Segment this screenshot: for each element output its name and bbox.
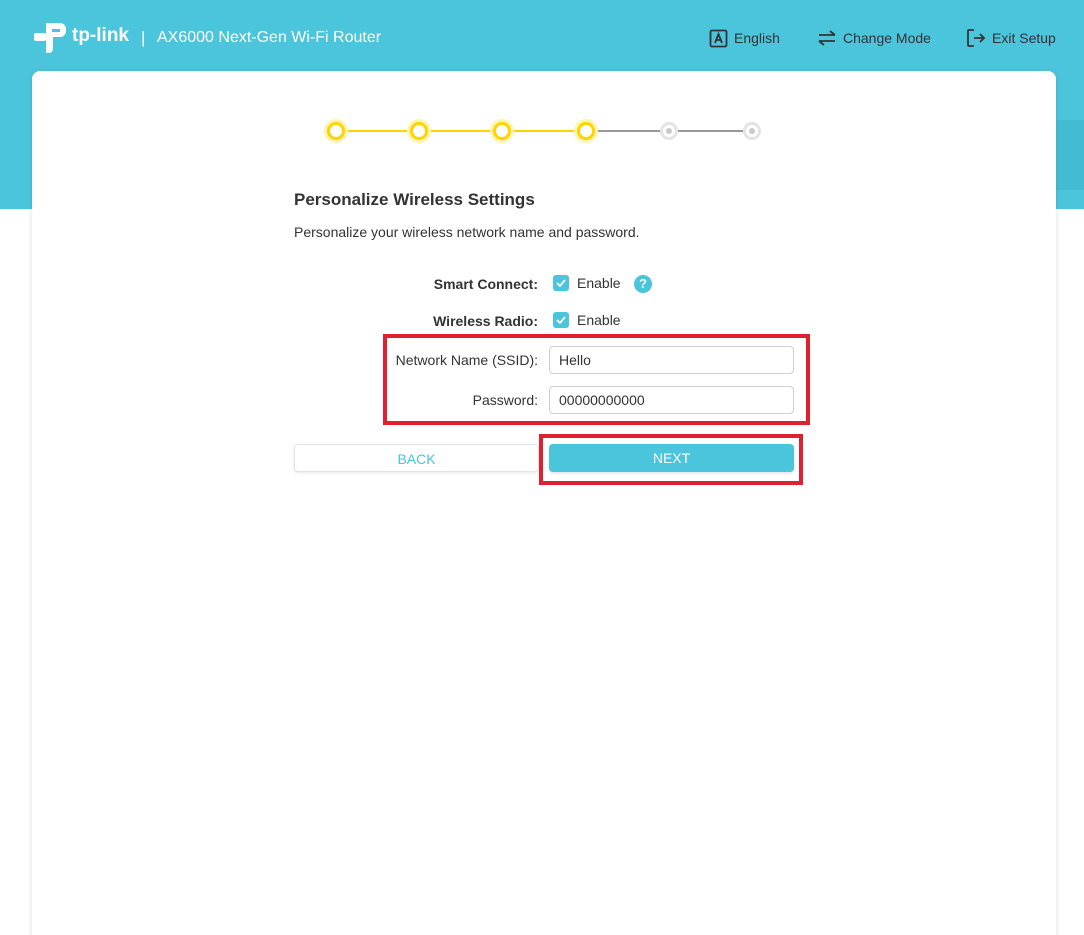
wireless-radio-checkbox[interactable]: Enable [553, 312, 621, 328]
smart-connect-label: Smart Connect: [433, 276, 538, 292]
step-connector [343, 130, 409, 132]
highlight-box-credentials [383, 334, 810, 425]
highlight-box-next [539, 434, 803, 485]
header-separator: | [141, 28, 146, 47]
step-3-complete [493, 122, 511, 140]
checkbox-checked-icon [553, 312, 569, 328]
step-6-pending [743, 122, 761, 140]
exit-setup-button[interactable]: Exit Setup [966, 27, 1056, 49]
tp-link-logo-icon [34, 23, 66, 53]
language-button[interactable]: English [709, 27, 780, 49]
change-mode-label: Change Mode [843, 30, 931, 46]
step-4-current [577, 122, 595, 140]
product-name: AX6000 Next-Gen Wi-Fi Router [157, 29, 382, 46]
progress-stepper [325, 120, 765, 142]
step-1-complete [327, 122, 345, 140]
step-connector [427, 130, 492, 132]
step-2-complete [410, 122, 428, 140]
help-icon[interactable]: ? [634, 275, 652, 293]
language-icon [709, 29, 728, 47]
smart-connect-enable-label: Enable [577, 275, 621, 291]
wireless-radio-label: Wireless Radio: [433, 313, 538, 329]
exit-setup-label: Exit Setup [992, 30, 1056, 46]
exit-icon [967, 29, 986, 47]
top-bar: tp-link | AX6000 Next-Gen Wi-Fi Router E… [0, 0, 1084, 72]
step-5-pending [660, 122, 678, 140]
brand-text: tp-link [72, 25, 129, 46]
page-title: Personalize Wireless Settings [294, 190, 535, 209]
checkbox-checked-icon [553, 275, 569, 291]
back-button[interactable]: BACK [294, 444, 539, 472]
page-subtitle: Personalize your wireless network name a… [294, 224, 640, 240]
banner-decoration [1054, 120, 1084, 190]
step-connector [510, 130, 576, 132]
tp-link-logo: tp-link [32, 19, 129, 53]
change-mode-button[interactable]: Change Mode [817, 27, 931, 49]
smart-connect-checkbox[interactable]: Enable [553, 275, 621, 291]
change-mode-icon [818, 30, 836, 46]
step-connector [594, 130, 660, 132]
language-label: English [734, 30, 780, 46]
wireless-radio-enable-label: Enable [577, 312, 621, 328]
setup-card [32, 71, 1056, 935]
step-connector [678, 130, 743, 132]
